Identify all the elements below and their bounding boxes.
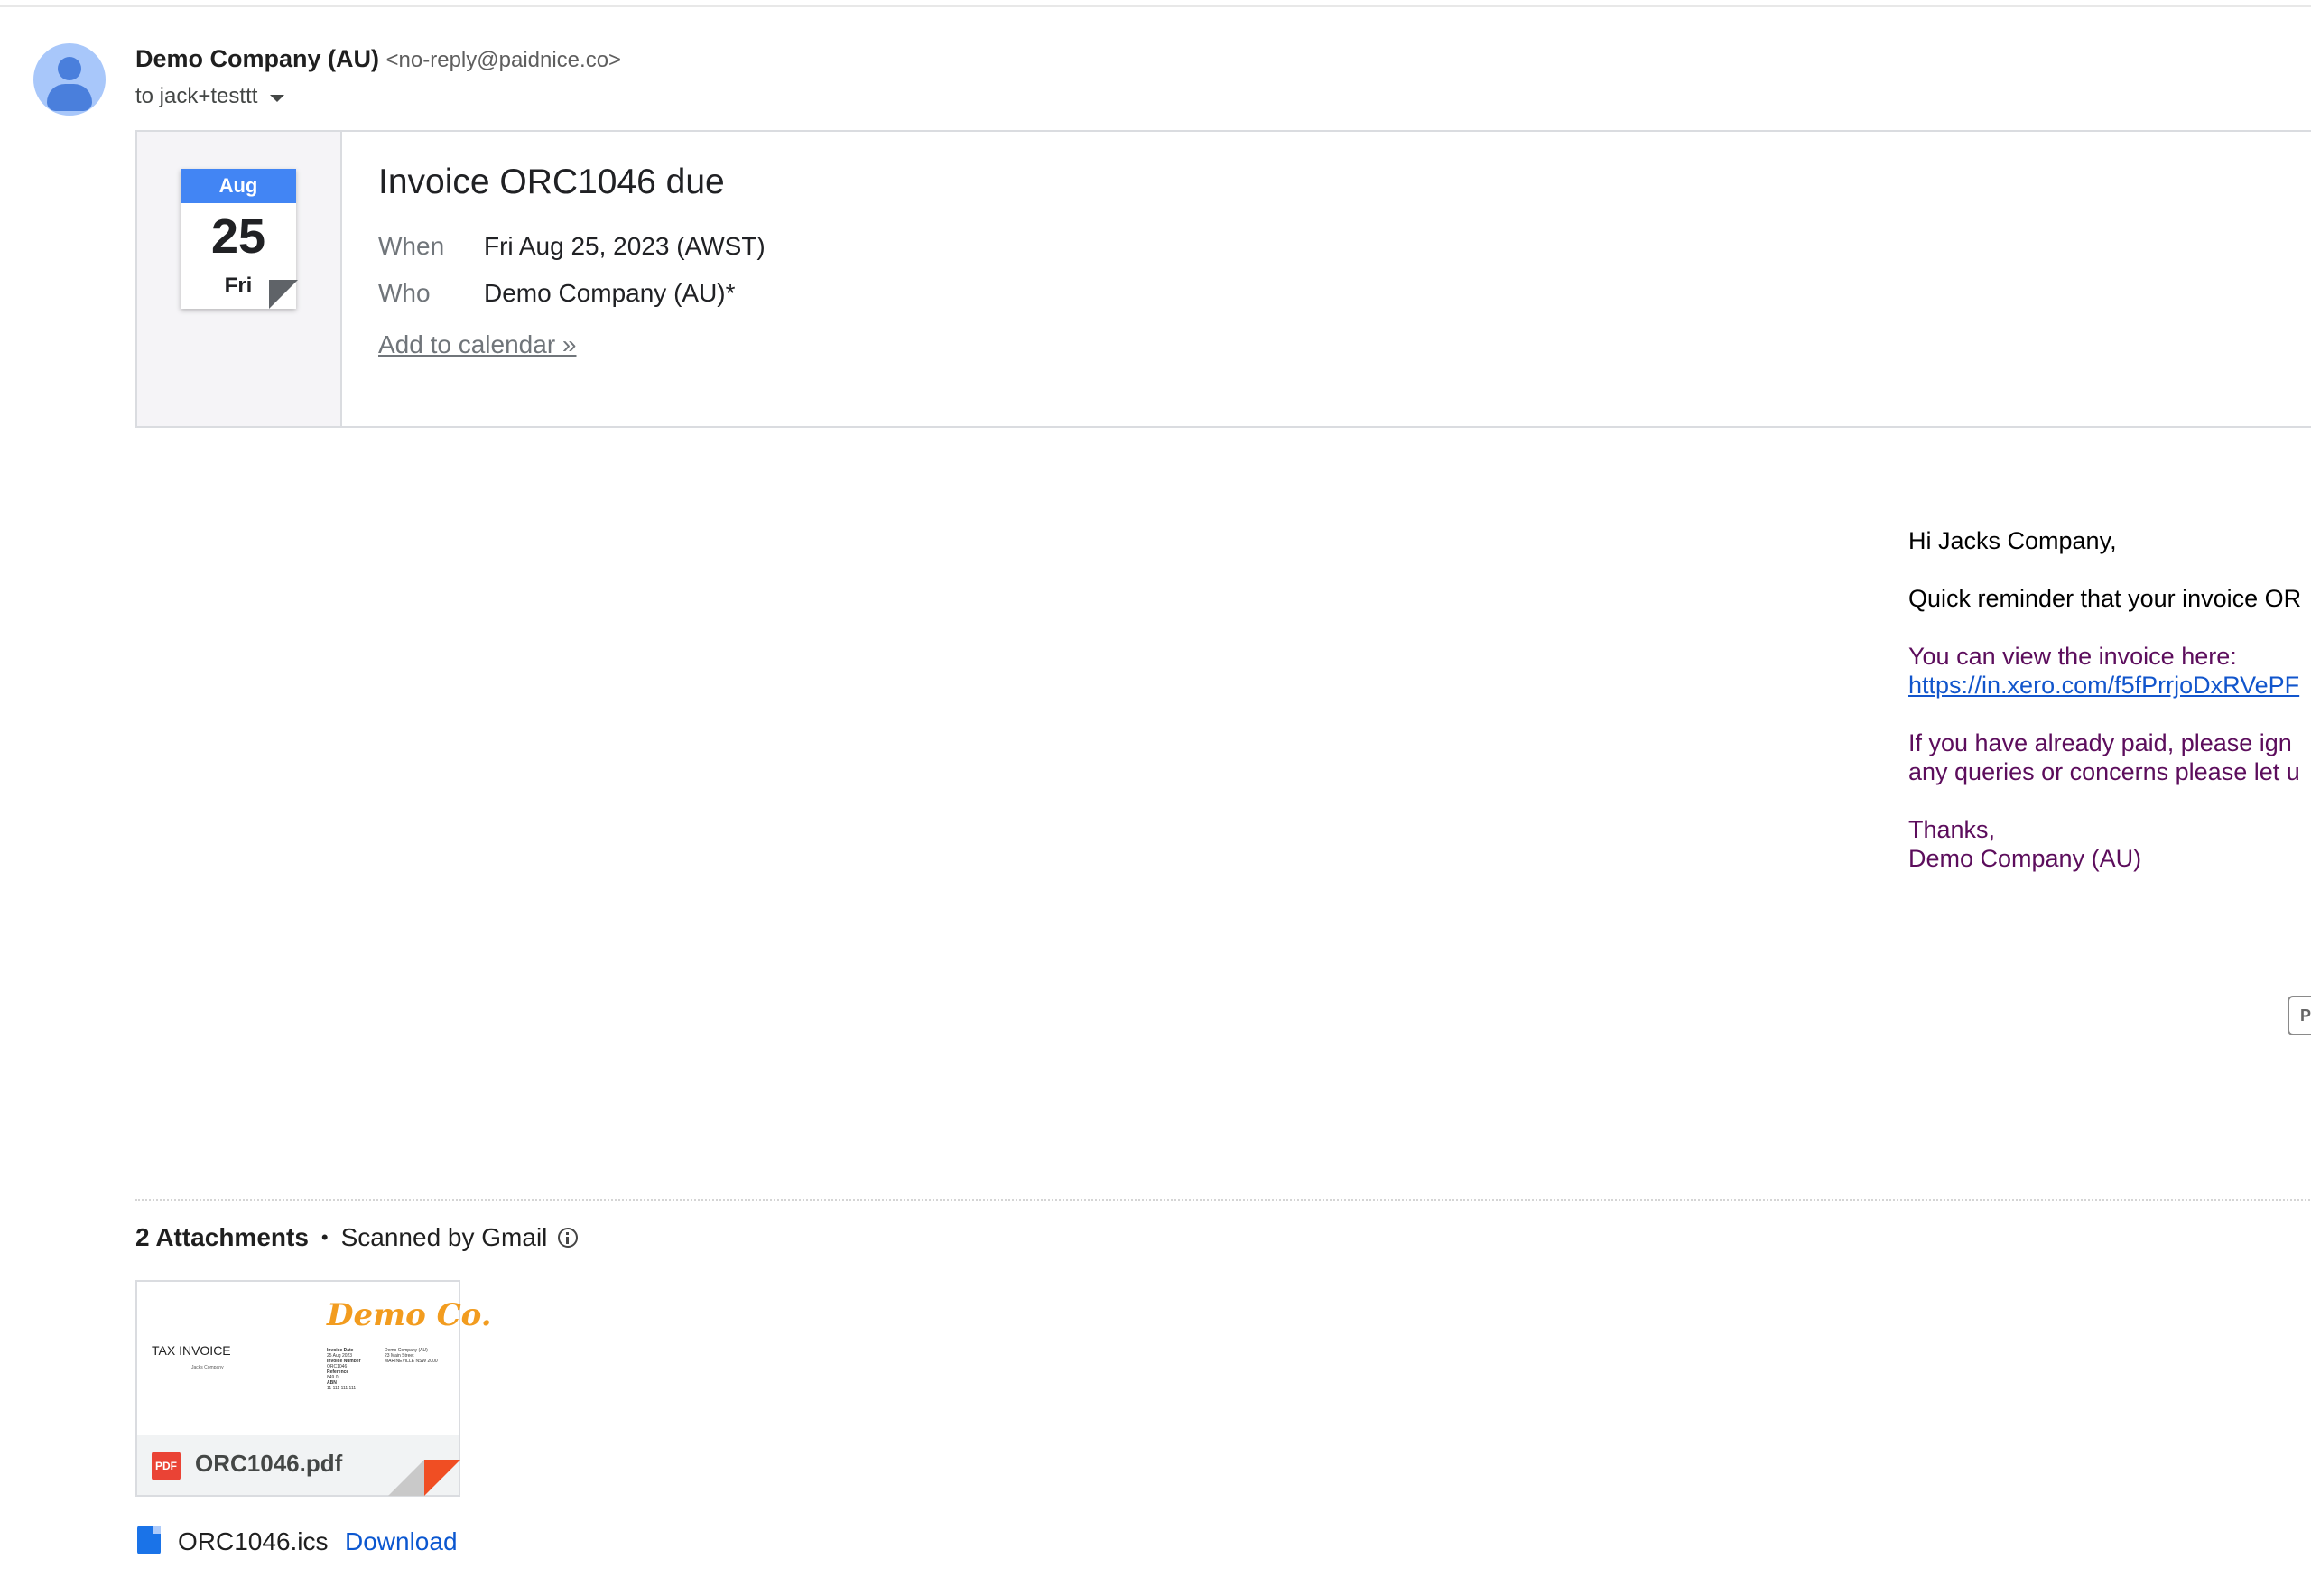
preview-address-line: MARINEVILLE NSW 2000 (385, 1359, 438, 1364)
greeting: Hi Jacks Company, (1908, 527, 2117, 554)
sender-avatar-icon[interactable] (33, 43, 106, 116)
pdf-filename[interactable]: ORC1046.pdf (195, 1450, 342, 1478)
when-value: Fri Aug 25, 2023 (AWST) (484, 232, 766, 260)
pdf-icon: PDF (152, 1452, 181, 1480)
avatar-head (58, 57, 81, 80)
reminder-text: Quick reminder that your invoice OR (1908, 585, 2302, 612)
paid-note-line-1: If you have already paid, please ign (1908, 729, 2292, 756)
invoice-link[interactable]: https://in.xero.com/f5fPrrjoDxRVePF (1908, 672, 2299, 700)
info-icon[interactable] (558, 1228, 579, 1248)
calendar-page-fold (269, 280, 298, 309)
preview-field: 11 111 111 111 (327, 1386, 357, 1391)
view-invoice-text: You can view the invoice here: (1908, 643, 2237, 670)
sender-name[interactable]: Demo Company (AU) (135, 45, 379, 72)
recipient-details-toggle[interactable]: to jack+testtt (135, 84, 285, 109)
when-label: When (378, 232, 445, 260)
file-icon (137, 1526, 161, 1554)
cutoff-button[interactable]: P (2288, 996, 2311, 1035)
preview-address: Demo Company (AU) 23 Main Street MARINEV… (385, 1348, 438, 1364)
preview-to: Jacks Company (191, 1365, 224, 1370)
attachments-divider (135, 1199, 2311, 1201)
paid-note-line-2: any queries or concerns please let u (1908, 758, 2300, 785)
pdf-fold-shadow (388, 1460, 424, 1496)
attachments-header: 2 Attachments • Scanned by Gmail (135, 1223, 579, 1252)
calendar-day: 25 (210, 209, 266, 264)
ics-filename[interactable]: ORC1046.ics (178, 1527, 329, 1556)
attachments-count: 2 Attachments (135, 1223, 309, 1251)
calendar-month: Aug (181, 169, 296, 203)
avatar-body (47, 84, 92, 111)
preview-fields: Invoice Date 25 Aug 2023 Invoice Number … (327, 1348, 361, 1391)
who-label: Who (378, 279, 431, 307)
sender-row: Demo Company (AU) <no-reply@paidnice.co> (135, 45, 621, 73)
separator-dot: • (320, 1226, 329, 1248)
preview-logo: Demo Co. (327, 1297, 492, 1333)
thanks-text: Thanks, (1908, 816, 1996, 843)
chevron-down-icon[interactable] (270, 94, 285, 102)
pdf-fold-corner (424, 1460, 460, 1496)
top-divider (0, 5, 2311, 7)
event-title: Invoice ORC1046 due (378, 162, 725, 201)
sender-email: <no-reply@paidnice.co> (385, 48, 622, 72)
who-value: Demo Company (AU)* (484, 279, 736, 307)
add-to-calendar-link[interactable]: Add to calendar » (378, 330, 577, 359)
scanned-label: Scanned by Gmail (340, 1223, 548, 1251)
recipient-line: to jack+testtt (135, 84, 258, 108)
signature: Demo Company (AU) (1908, 845, 2142, 872)
preview-title: TAX INVOICE (152, 1343, 231, 1358)
ics-download-link[interactable]: Download (345, 1527, 458, 1556)
